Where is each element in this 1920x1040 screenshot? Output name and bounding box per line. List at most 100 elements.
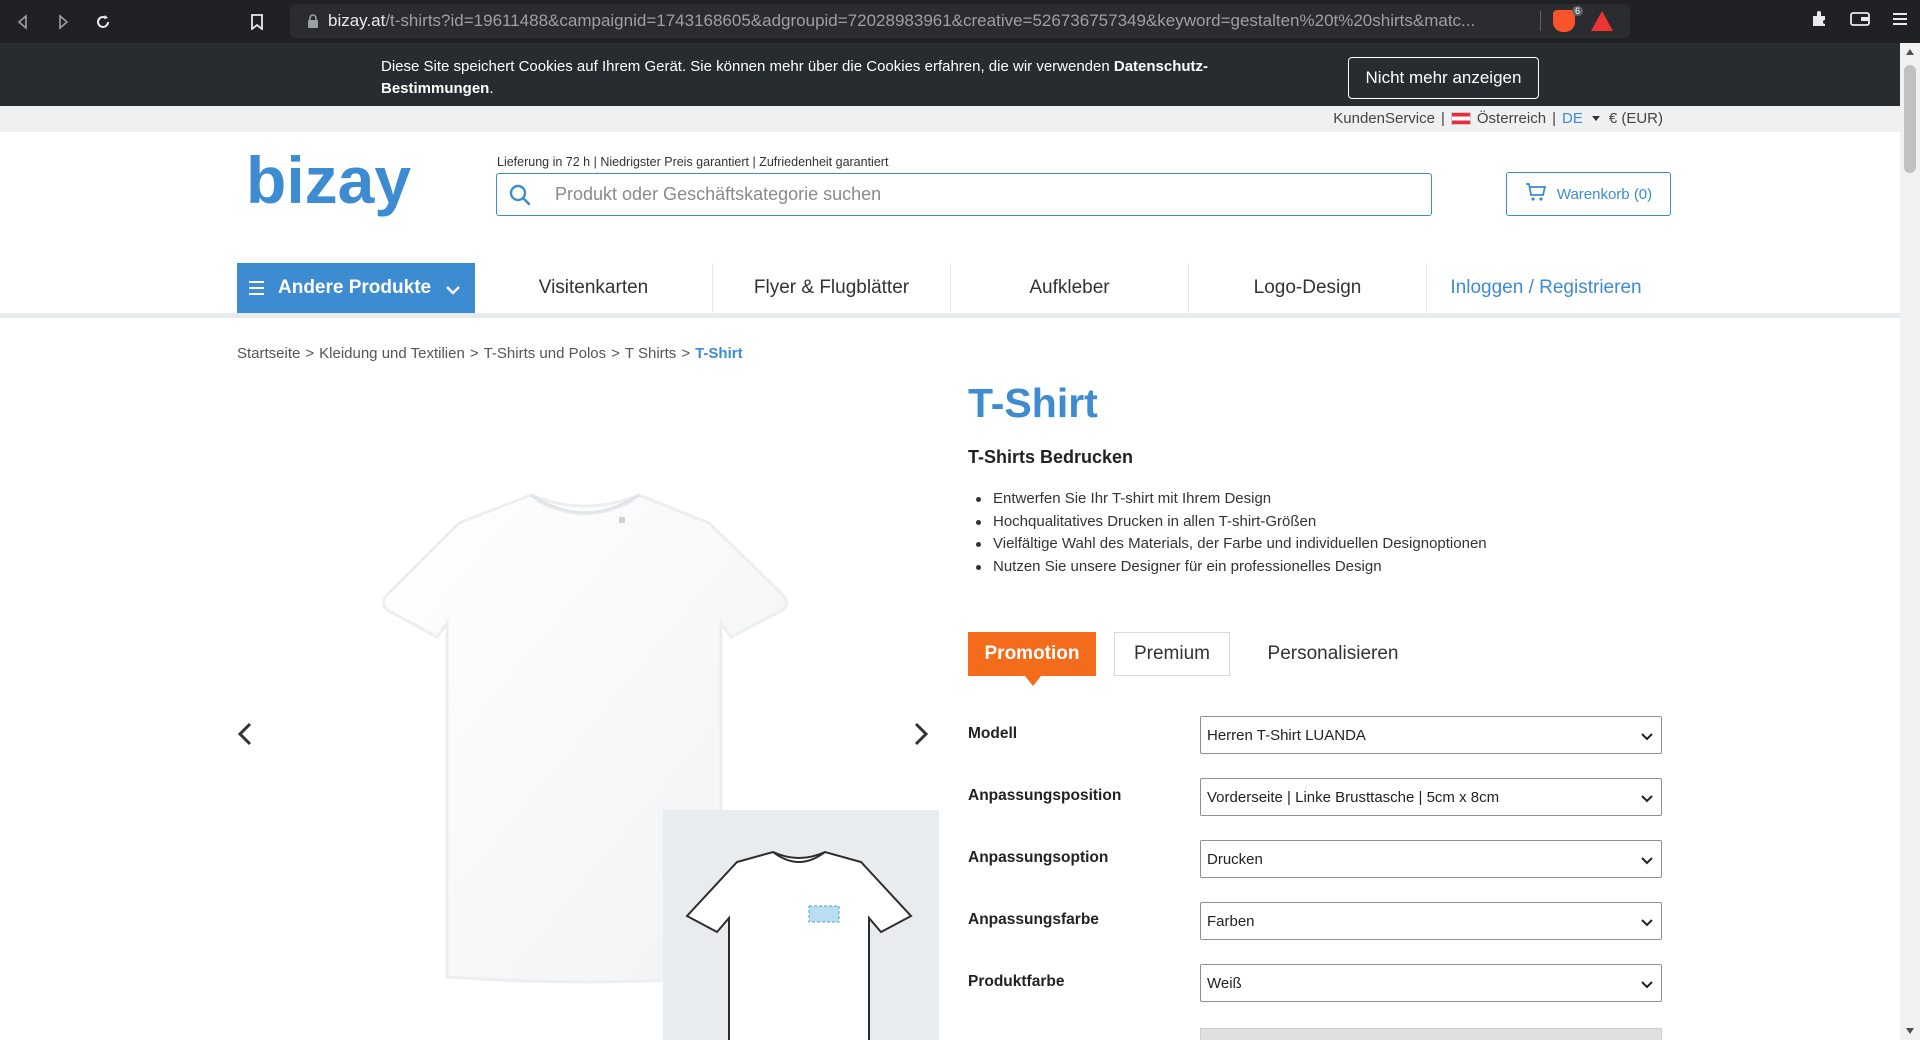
chevron-down-icon [1641, 977, 1653, 994]
anpassungsposition-select[interactable]: Vorderseite | Linke Brusttasche | 5cm x … [1200, 778, 1662, 816]
cart-label: Warenkorb (0) [1556, 185, 1653, 203]
select-value: Herren T-Shirt LUANDA [1207, 726, 1366, 744]
option-label: Modell [968, 725, 1018, 742]
address-separator [1540, 11, 1541, 31]
select-value: Drucken [1207, 850, 1263, 868]
scroll-down-icon[interactable] [1906, 1028, 1914, 1034]
nav-item-visitenkarten[interactable]: Visitenkarten [475, 263, 713, 313]
breadcrumb-clothing[interactable]: Kleidung und Textilien [319, 345, 465, 362]
search-icon[interactable] [497, 184, 543, 206]
option-anpassungsposition: Anpassungsposition Vorderseite | Linke B… [968, 778, 1662, 816]
cart-icon [1525, 182, 1547, 206]
logo-text: bizay [246, 148, 411, 217]
gallery-prev-icon[interactable] [237, 722, 253, 751]
page-scrollbar[interactable] [1900, 43, 1920, 1040]
utility-separator: | [1440, 110, 1445, 127]
wallet-icon[interactable] [1850, 11, 1870, 32]
extensions-icon[interactable] [1810, 10, 1828, 33]
anpassungsoption-select[interactable]: Drucken [1200, 840, 1662, 878]
language-selector[interactable]: DE [1562, 110, 1583, 127]
currency-selector[interactable]: € (EUR) [1609, 110, 1663, 127]
breadcrumb-current: T-Shirt [695, 345, 743, 362]
breadcrumb-tshirts[interactable]: T Shirts [625, 345, 676, 362]
option-anpassungsfarbe: Anpassungsfarbe Farben [968, 902, 1662, 940]
austria-flag-icon [1450, 112, 1471, 125]
chevron-down-icon [1641, 791, 1653, 808]
menu-icon[interactable] [1892, 11, 1908, 32]
breadcrumb-tshirts-polos[interactable]: T-Shirts und Polos [484, 345, 607, 362]
tab-premium[interactable]: Premium [1114, 632, 1230, 676]
feature-item: Entwerfen Sie Ihr T-shirt mit Ihrem Desi… [968, 488, 1487, 511]
dismiss-cookie-button[interactable]: Nicht mehr anzeigen [1348, 57, 1539, 99]
chevron-down-icon [1641, 853, 1653, 870]
other-products-menu[interactable]: Andere Produkte [237, 263, 475, 313]
url-text[interactable]: bizay.at/t-shirts?id=19611488&campaignid… [328, 11, 1528, 31]
scrollbar-thumb[interactable] [1904, 65, 1916, 173]
browser-extensions [1810, 0, 1908, 43]
cart-button[interactable]: Warenkorb (0) [1506, 172, 1671, 216]
cookie-text: Diese Site speichert Cookies auf Ihrem G… [381, 58, 1209, 97]
option-label: Anpassungsfarbe [968, 911, 1099, 928]
main-navigation: Andere Produkte Visitenkarten Flyer & Fl… [0, 263, 1900, 318]
modell-select[interactable]: Herren T-Shirt LUANDA [1200, 716, 1662, 754]
anpassungsfarbe-select[interactable]: Farben [1200, 902, 1662, 940]
breadcrumb: Startseite > Kleidung und Textilien > T-… [237, 345, 743, 362]
brave-rewards-icon[interactable] [1591, 11, 1613, 31]
tab-promotion[interactable]: Promotion [968, 632, 1096, 686]
back-icon[interactable] [6, 5, 40, 39]
search-input[interactable] [543, 184, 1431, 205]
gallery-next-icon[interactable] [913, 722, 929, 751]
cookie-banner: Diese Site speichert Cookies auf Ihrem G… [0, 43, 1900, 106]
caret-down-icon[interactable] [1591, 116, 1600, 121]
chevron-down-icon [1641, 915, 1653, 932]
customer-service-link[interactable]: KundenService [1333, 110, 1435, 127]
option-produktfarbe: Produktfarbe Weiß [968, 964, 1662, 1002]
lock-icon [298, 14, 328, 28]
search-bar [496, 173, 1432, 216]
print-position-preview [663, 810, 939, 1040]
scroll-up-icon[interactable] [1906, 49, 1914, 55]
nav-item-flyer[interactable]: Flyer & Flugblätter [713, 263, 951, 313]
login-register-link[interactable]: Inloggen / Registrieren [1427, 263, 1665, 313]
breadcrumb-separator: > [681, 345, 691, 362]
brave-shield-icon[interactable]: 6 [1553, 6, 1583, 32]
bizay-logo[interactable]: bizay [246, 143, 442, 245]
product-gallery [237, 385, 939, 1040]
chevron-down-icon [445, 280, 461, 302]
breadcrumb-separator: > [469, 345, 479, 362]
feature-item: Vielfältige Wahl des Materials, der Farb… [968, 533, 1487, 556]
product-features: Entwerfen Sie Ihr T-shirt mit Ihrem Desi… [968, 488, 1487, 578]
forward-icon[interactable] [46, 5, 80, 39]
product-title: T-Shirt [968, 380, 1098, 426]
feature-item: Hochqualitatives Drucken in allen T-shir… [968, 511, 1487, 534]
select-value: Farben [1207, 912, 1255, 930]
feature-item: Nutzen Sie unsere Designer für ein profe… [968, 556, 1487, 579]
country-selector[interactable]: Österreich [1477, 110, 1546, 127]
chevron-down-icon [1641, 729, 1653, 746]
tab-personalisieren[interactable]: Personalisieren [1248, 632, 1418, 676]
select-value: Vorderseite | Linke Brusttasche | 5cm x … [1207, 788, 1500, 806]
option-modell: Modell Herren T-Shirt LUANDA [968, 716, 1662, 754]
nav-item-aufkleber[interactable]: Aufkleber [951, 263, 1189, 313]
produktfarbe-select[interactable]: Weiß [1200, 964, 1662, 1002]
reload-icon[interactable] [86, 5, 120, 39]
browser-toolbar: bizay.at/t-shirts?id=19611488&campaignid… [0, 0, 1920, 43]
next-option-field[interactable] [1200, 1028, 1662, 1040]
tagline: Lieferung in 72 h | Niedrigster Preis ga… [497, 155, 889, 169]
utility-bar: KundenService | Österreich | DE € (EUR) [0, 106, 1900, 132]
nav-item-logo-design[interactable]: Logo-Design [1189, 263, 1427, 313]
breadcrumb-home[interactable]: Startseite [237, 345, 300, 362]
breadcrumb-separator: > [611, 345, 620, 362]
option-label: Produktfarbe [968, 973, 1065, 990]
option-label: Anpassungsoption [968, 849, 1109, 866]
hamburger-icon [249, 281, 264, 295]
option-label: Anpassungsposition [968, 787, 1122, 804]
option-anpassungsoption: Anpassungsoption Drucken [968, 840, 1662, 878]
address-bar[interactable]: bizay.at/t-shirts?id=19611488&campaignid… [290, 4, 1630, 38]
other-products-label: Andere Produkte [278, 277, 432, 298]
select-value: Weiß [1207, 974, 1242, 992]
product-subtitle: T-Shirts Bedrucken [968, 447, 1134, 467]
nav-divider [0, 313, 1900, 318]
bookmark-icon[interactable] [240, 5, 274, 39]
breadcrumb-separator: > [305, 345, 315, 362]
